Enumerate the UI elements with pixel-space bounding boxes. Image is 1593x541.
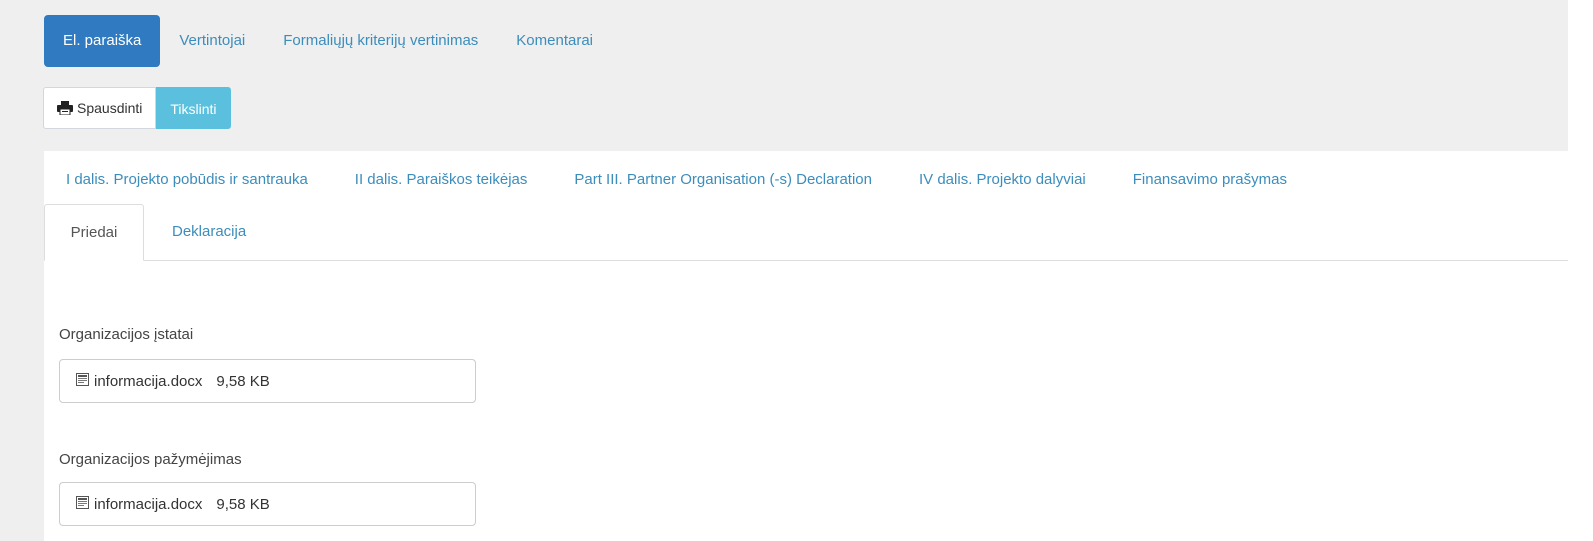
tab-part-1[interactable]: I dalis. Projekto pobūdis ir santrauka — [66, 171, 308, 188]
tab-part-4[interactable]: IV dalis. Projekto dalyviai — [919, 171, 1086, 188]
tab-deklaracija[interactable]: Deklaracija — [172, 204, 246, 260]
attachment-label-statutes: Organizacijos įstatai — [59, 326, 194, 343]
word-document-icon — [76, 495, 94, 513]
file-name: informacija.docx — [94, 495, 203, 513]
nav-formaliuju-kriteriju-vertinimas[interactable]: Formaliųjų kriterijų vertinimas — [264, 15, 497, 67]
file-size: 9,58 KB — [216, 372, 270, 390]
word-document-icon — [76, 372, 94, 390]
nav-el-paraiska[interactable]: El. paraiška — [44, 15, 161, 67]
tab-part-2[interactable]: II dalis. Paraiškos teikėjas — [355, 171, 528, 188]
main-nav: El. paraiška Vertintojai Formaliųjų krit… — [44, 15, 612, 67]
attachment-label-certificate: Organizacijos pažymėjimas — [59, 451, 242, 468]
action-button-group: Spausdinti Tikslinti — [43, 87, 231, 129]
nav-vertintojai[interactable]: Vertintojai — [160, 15, 264, 67]
clarify-button[interactable]: Tikslinti — [156, 87, 231, 129]
tab-part-3[interactable]: Part III. Partner Organisation (-s) Decl… — [574, 171, 872, 188]
file-name: informacija.docx — [94, 372, 203, 390]
nav-komentarai[interactable]: Komentarai — [497, 15, 612, 67]
file-size: 9,58 KB — [216, 495, 270, 513]
attachment-file-statutes[interactable]: informacija.docx 9,58 KB — [59, 359, 476, 403]
printer-icon — [57, 101, 73, 115]
print-button[interactable]: Spausdinti — [43, 87, 157, 129]
tab-funding-request[interactable]: Finansavimo prašymas — [1133, 171, 1287, 188]
application-panel: I dalis. Projekto pobūdis ir santrauka I… — [44, 151, 1568, 541]
attachment-file-certificate[interactable]: informacija.docx 9,58 KB — [59, 482, 476, 526]
tab-priedai[interactable]: Priedai — [44, 204, 144, 261]
section-tabs: I dalis. Projekto pobūdis ir santrauka I… — [66, 171, 1334, 188]
print-button-label: Spausdinti — [77, 100, 143, 116]
section-tabs-row2: Priedai Deklaracija — [44, 204, 1568, 261]
